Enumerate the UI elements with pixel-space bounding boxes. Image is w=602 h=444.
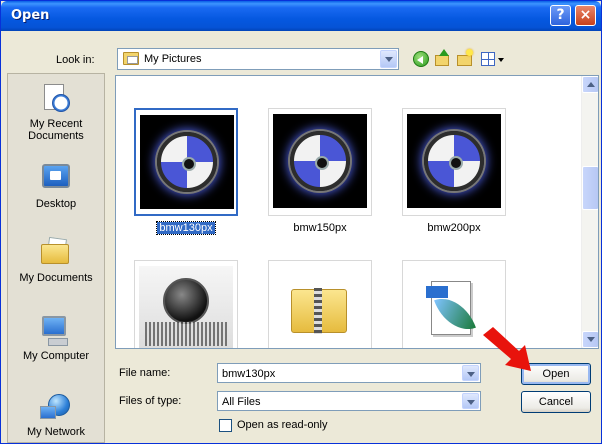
file-name-label: File name: xyxy=(119,367,171,379)
chevron-down-icon[interactable] xyxy=(380,50,397,68)
file-name-input[interactable]: bmw130px xyxy=(217,363,481,383)
thumbnail xyxy=(402,108,506,216)
scroll-down-button[interactable] xyxy=(582,331,598,348)
cancel-button[interactable]: Cancel xyxy=(521,391,591,413)
up-folder-icon[interactable] xyxy=(433,49,453,69)
file-type-label: Files of type: xyxy=(119,395,182,407)
chevron-down-icon[interactable] xyxy=(462,365,479,381)
my-network-icon xyxy=(38,390,74,424)
file-type-value: All Files xyxy=(222,396,261,408)
read-only-label: Open as read-only xyxy=(237,419,328,431)
file-label: bmw150px xyxy=(293,222,347,234)
zip-folder-icon xyxy=(291,288,347,334)
place-my-recent-documents[interactable]: My Recent Documents xyxy=(8,82,104,142)
thumbnail xyxy=(134,260,238,348)
places-bar: My Recent Documents Desktop My Documents… xyxy=(7,73,105,443)
place-label: Desktop xyxy=(35,198,77,210)
place-label: My Recent Documents xyxy=(28,118,84,142)
look-in-value: My Pictures xyxy=(144,53,202,65)
file-label: bmw200px xyxy=(427,222,481,234)
place-my-network[interactable]: My Network xyxy=(8,390,104,438)
desktop-icon xyxy=(38,162,74,196)
thumbnail xyxy=(268,260,372,348)
my-computer-icon xyxy=(38,314,74,348)
file-name-value: bmw130px xyxy=(222,368,276,380)
my-documents-icon xyxy=(38,236,74,270)
views-menu-icon[interactable] xyxy=(479,49,507,69)
look-in-combo[interactable]: My Pictures xyxy=(117,48,399,70)
new-folder-icon[interactable] xyxy=(455,49,475,69)
image-thumbnail xyxy=(139,266,233,348)
file-list[interactable]: bmw130px bmw150px bmw200px xyxy=(115,75,599,349)
place-my-documents[interactable]: My Documents xyxy=(8,236,104,284)
place-label: My Documents xyxy=(19,272,93,284)
bmw-logo-image xyxy=(290,131,350,191)
file-type-select[interactable]: All Files xyxy=(217,391,481,411)
bmw-logo-image xyxy=(157,132,217,192)
look-in-label: Look in: xyxy=(56,54,95,66)
folder-icon xyxy=(123,52,139,65)
psd-file-icon xyxy=(426,281,476,338)
title-bar[interactable]: Open ? × xyxy=(1,1,601,31)
chevron-down-icon[interactable] xyxy=(462,393,479,409)
place-desktop[interactable]: Desktop xyxy=(8,162,104,210)
close-button[interactable]: × xyxy=(575,5,596,26)
file-label: bmw130px xyxy=(156,221,216,235)
recent-documents-icon xyxy=(38,82,74,116)
thumbnail xyxy=(134,108,238,216)
read-only-checkbox[interactable] xyxy=(219,419,232,432)
help-button[interactable]: ? xyxy=(550,5,571,26)
open-dialog: Open ? × Look in: My Pictures My Recent … xyxy=(0,0,602,444)
vertical-scrollbar[interactable] xyxy=(581,76,598,348)
window-title: Open xyxy=(11,8,50,23)
thumbnail xyxy=(268,108,372,216)
red-arrow-icon xyxy=(483,327,531,371)
back-icon[interactable] xyxy=(411,49,431,69)
scroll-thumb[interactable] xyxy=(582,166,598,210)
scroll-up-button[interactable] xyxy=(582,76,598,93)
place-label: My Computer xyxy=(22,350,90,362)
place-label: My Network xyxy=(26,426,86,438)
bmw-logo-image xyxy=(424,131,484,191)
place-my-computer[interactable]: My Computer xyxy=(8,314,104,362)
